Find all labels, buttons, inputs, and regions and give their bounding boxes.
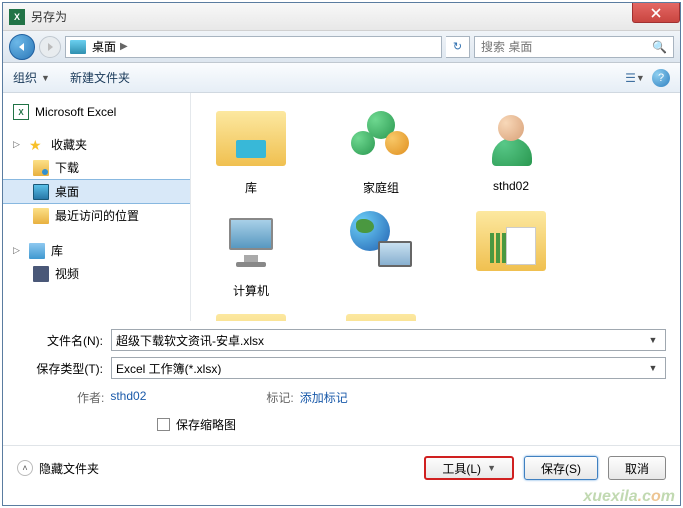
- star-icon: ★: [29, 137, 45, 153]
- sidebar-item-downloads[interactable]: 下载: [3, 156, 190, 179]
- forward-arrow-icon: [44, 41, 56, 53]
- chevron-right-icon[interactable]: ▷: [13, 245, 23, 256]
- author-value[interactable]: sthd02: [110, 389, 146, 406]
- refresh-icon: ↻: [453, 40, 462, 53]
- file-item-folder[interactable]: [461, 206, 561, 299]
- author-label: 作者:: [77, 389, 104, 406]
- tools-button[interactable]: 工具(L) ▼: [424, 456, 514, 480]
- library-icon: [29, 243, 45, 259]
- file-item-network[interactable]: [331, 206, 431, 299]
- video-icon: [33, 266, 49, 282]
- filename-label: 文件名(N):: [17, 332, 103, 349]
- sidebar-libraries[interactable]: ▷ 库: [3, 239, 190, 262]
- excel-icon: X: [9, 9, 25, 25]
- file-item-folder[interactable]: [201, 309, 301, 321]
- network-icon: [346, 211, 416, 271]
- file-item-libraries[interactable]: 库: [201, 103, 301, 196]
- back-button[interactable]: [9, 34, 35, 60]
- window-title: 另存为: [31, 8, 67, 25]
- file-item-computer[interactable]: 计算机: [201, 206, 301, 299]
- search-input[interactable]: [481, 40, 652, 54]
- file-area[interactable]: 库 家庭组 sthd02 计算机: [191, 93, 680, 321]
- filename-combo[interactable]: ▼: [111, 329, 666, 351]
- homegroup-icon: [351, 111, 411, 166]
- view-icon: ☰: [625, 71, 636, 85]
- save-button[interactable]: 保存(S): [524, 456, 598, 480]
- sidebar-app[interactable]: X Microsoft Excel: [3, 101, 190, 123]
- file-label: 家庭组: [363, 179, 399, 196]
- type-input[interactable]: [116, 361, 645, 375]
- file-label: sthd02: [493, 179, 529, 193]
- download-icon: [33, 160, 49, 176]
- user-icon: [484, 111, 539, 166]
- library-folder-icon: [216, 111, 286, 166]
- file-item-user[interactable]: sthd02: [461, 103, 561, 196]
- chevron-right-icon[interactable]: ▶: [120, 41, 128, 52]
- file-item-folder[interactable]: [331, 309, 431, 321]
- chevron-down-icon: ▼: [636, 73, 645, 83]
- type-label: 保存类型(T):: [17, 360, 103, 377]
- chevron-down-icon[interactable]: ▼: [645, 363, 661, 373]
- folder-icon: [346, 314, 416, 321]
- tags-value[interactable]: 添加标记: [300, 389, 348, 406]
- footer: ˄ 隐藏文件夹 工具(L) ▼ 保存(S) 取消: [3, 445, 680, 490]
- toolbar: 组织▼ 新建文件夹 ☰▼ ?: [3, 63, 680, 93]
- folder-icon: [216, 314, 286, 321]
- breadcrumb[interactable]: 桌面 ▶: [65, 36, 442, 58]
- file-label: 库: [245, 179, 257, 196]
- cancel-button[interactable]: 取消: [608, 456, 666, 480]
- close-icon: [651, 8, 661, 18]
- search-box[interactable]: 🔍: [474, 36, 674, 58]
- title-bar: X 另存为: [3, 3, 680, 31]
- chevron-down-icon[interactable]: ▼: [645, 335, 661, 345]
- file-label: 计算机: [233, 282, 269, 299]
- chevron-up-icon: ˄: [17, 460, 33, 476]
- view-button[interactable]: ☰▼: [624, 68, 646, 88]
- sidebar-favorites[interactable]: ▷ ★ 收藏夹: [3, 133, 190, 156]
- close-button[interactable]: [632, 3, 680, 23]
- breadcrumb-location: 桌面: [92, 38, 116, 55]
- recent-icon: [33, 208, 49, 224]
- computer-icon: [221, 214, 281, 269]
- chevron-right-icon[interactable]: ▷: [13, 139, 23, 150]
- desktop-icon: [70, 40, 86, 54]
- hide-folders-toggle[interactable]: ˄ 隐藏文件夹: [17, 460, 99, 477]
- tags-label: 标记:: [266, 389, 293, 406]
- excel-icon: X: [13, 104, 29, 120]
- desktop-icon: [33, 184, 49, 200]
- chevron-down-icon: ▼: [487, 463, 496, 473]
- chevron-down-icon: ▼: [41, 73, 50, 83]
- sidebar: X Microsoft Excel ▷ ★ 收藏夹 下载 桌面 最近访问的位置: [3, 93, 191, 321]
- sidebar-item-desktop[interactable]: 桌面: [3, 179, 190, 204]
- help-button[interactable]: ?: [652, 69, 670, 87]
- nav-bar: 桌面 ▶ ↻ 🔍: [3, 31, 680, 63]
- search-icon: 🔍: [652, 40, 667, 54]
- folder-icon: [476, 211, 546, 271]
- form-area: 文件名(N): ▼ 保存类型(T): ▼ 作者: sthd02 标记: 添加标记: [3, 321, 680, 445]
- refresh-button[interactable]: ↻: [446, 36, 470, 58]
- forward-button: [39, 36, 61, 58]
- help-icon: ?: [658, 72, 664, 84]
- back-arrow-icon: [16, 41, 28, 53]
- sidebar-item-recent[interactable]: 最近访问的位置: [3, 204, 190, 227]
- filename-input[interactable]: [116, 333, 645, 347]
- new-folder-button[interactable]: 新建文件夹: [70, 69, 130, 86]
- sidebar-item-videos[interactable]: 视频: [3, 262, 190, 285]
- watermark: xuexila.com: [583, 488, 675, 506]
- thumbnail-label: 保存缩略图: [176, 416, 236, 433]
- file-item-homegroup[interactable]: 家庭组: [331, 103, 431, 196]
- organize-menu[interactable]: 组织▼: [13, 69, 50, 86]
- type-combo[interactable]: ▼: [111, 357, 666, 379]
- thumbnail-checkbox[interactable]: [157, 418, 170, 431]
